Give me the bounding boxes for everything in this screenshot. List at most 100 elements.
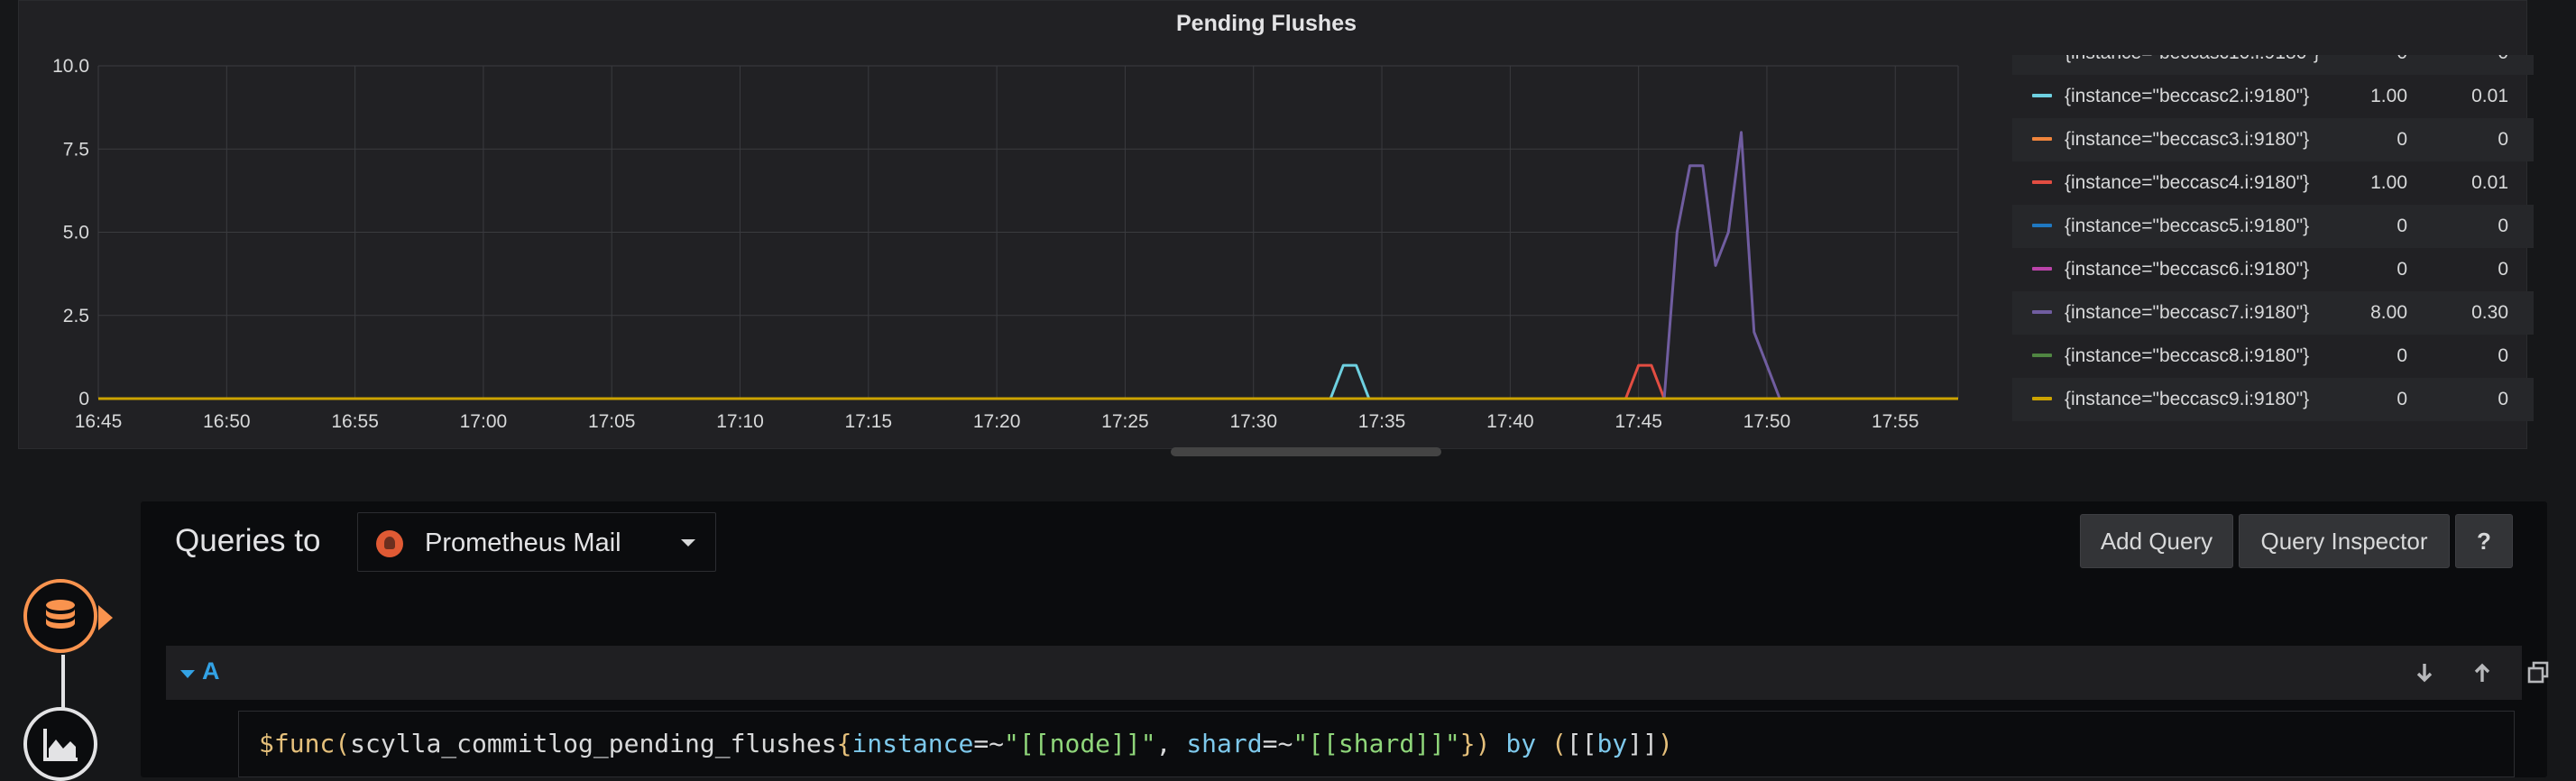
legend-label[interactable]: {instance="beccasc4.i:9180"} [2065,172,2309,194]
query-token: ]] [1627,729,1658,758]
legend-swatch[interactable] [2032,267,2052,271]
series-line[interactable] [1624,363,1666,400]
help-button[interactable]: ? [2455,514,2513,568]
query-expression-field[interactable]: $func(scylla_commitlog_pending_flushes{i… [238,711,2515,777]
query-token: =~ [1262,729,1293,758]
y-tick-label: 0 [78,389,89,409]
legend-label[interactable]: {instance="beccasc9.i:9180"} [2065,389,2309,410]
x-tick-label: 16:45 [75,411,123,432]
datasource-name: Prometheus Mail [425,528,621,557]
legend-swatch[interactable] [2032,224,2052,227]
y-tick-label: 7.5 [63,139,89,160]
query-token: =~ [973,729,1005,758]
query-token: ) [1657,729,1673,758]
area-chart-icon [43,729,78,761]
query-row-header[interactable]: A [166,646,2549,700]
legend-label[interactable]: {instance="beccasc2.i:9180"} [2065,86,2309,107]
y-tick-label: 10.0 [52,56,89,77]
legend-value-avg: 0.01 [2471,172,2508,193]
query-token: } [1459,729,1476,758]
query-token: ) [1475,729,1491,758]
query-token: "[[node]]" [1004,729,1156,758]
query-token: { [836,729,852,758]
arrow-down-icon[interactable] [2412,660,2437,685]
chevron-down-icon [681,539,695,547]
database-icon [46,600,75,629]
legend-value-max: 0 [2397,55,2407,64]
panel-title[interactable]: Pending Flushes [0,11,2533,37]
queries-step-button[interactable] [23,579,113,653]
legend-item[interactable]: {instance="beccasc2.i:9180"} 1.00 0.01 [2012,75,2534,118]
x-tick-label: 17:50 [1743,411,1791,432]
query-token: $func [259,729,336,758]
legend-value-max: 1.00 [2370,172,2407,193]
series-line[interactable] [1329,363,1371,400]
legend-label[interactable]: {instance="beccasc10.i:9180"} [2065,55,2320,64]
queries-to-label: Queries to [175,523,321,558]
legend-swatch[interactable] [2032,397,2052,400]
y-tick-label: 5.0 [63,223,89,243]
x-tick-label: 16:50 [203,411,251,432]
query-token: by [1596,729,1628,758]
query-token: by [1490,729,1551,758]
legend-swatch[interactable] [2032,310,2052,314]
legend-item[interactable]: {instance="beccasc5.i:9180"} 0 0 [2012,205,2534,248]
legend-item[interactable]: {instance="beccasc6.i:9180"} 0 0 [2012,248,2534,291]
query-token: "[[shard]]" [1293,729,1460,758]
query-inspector-button[interactable]: Query Inspector [2239,514,2450,568]
legend-item[interactable]: {instance="beccasc4.i:9180"} 1.00 0.01 [2012,161,2534,205]
legend-item[interactable]: {instance="beccasc10.i:9180"} 0 0 [2012,55,2534,75]
x-tick-label: 17:25 [1101,411,1149,432]
legend-item[interactable]: {instance="beccasc7.i:9180"} 8.00 0.30 [2012,291,2534,335]
copy-icon[interactable] [2525,660,2551,685]
legend-value-avg: 0 [2498,345,2508,366]
step-connector [61,655,65,709]
datasource-picker[interactable]: Prometheus Mail [357,512,716,572]
legend-swatch[interactable] [2032,180,2052,184]
legend-label[interactable]: {instance="beccasc8.i:9180"} [2065,345,2309,367]
visualization-step-button[interactable] [23,707,97,781]
legend-label[interactable]: {instance="beccasc5.i:9180"} [2065,216,2309,237]
arrow-up-icon[interactable] [2470,660,2495,685]
legend-swatch[interactable] [2032,94,2052,97]
x-tick-label: 17:05 [588,411,636,432]
legend-label[interactable]: {instance="beccasc3.i:9180"} [2065,129,2309,151]
query-expression[interactable]: $func(scylla_commitlog_pending_flushes{i… [259,729,1673,758]
legend-label[interactable]: {instance="beccasc7.i:9180"} [2065,302,2309,324]
series-line[interactable] [1651,131,1781,400]
legend-item[interactable]: {instance="beccasc3.i:9180"} 0 0 [2012,118,2534,161]
x-tick-label: 17:15 [845,411,893,432]
y-tick-label: 2.5 [63,306,89,326]
x-tick-label: 17:20 [973,411,1021,432]
panel-resize-scrollbar[interactable] [1171,447,1441,456]
legend-item[interactable]: {instance="beccasc8.i:9180"} 0 0 [2012,335,2534,378]
query-token: , [1155,729,1187,758]
legend-value-max: 0 [2397,389,2407,409]
chart[interactable]: 0 2.5 5.0 7.5 10.0 16:45 16:50 16:55 17:00 17:05 1… [19,1,1985,450]
query-token: ( [1550,729,1567,758]
prometheus-icon [376,530,403,557]
query-ref-id[interactable]: A [202,657,220,685]
query-token: ( [335,729,351,758]
legend-value-max: 1.00 [2370,86,2407,106]
query-token: [[ [1566,729,1597,758]
query-token: scylla_commitlog_pending_flushes [350,729,837,758]
legend-value-avg: 0 [2498,129,2508,150]
legend-label[interactable]: {instance="beccasc6.i:9180"} [2065,259,2309,280]
legend-value-avg: 0.30 [2471,302,2508,323]
legend-value-max: 0 [2397,216,2407,236]
legend-value-max: 0 [2397,129,2407,150]
x-tick-label: 17:45 [1615,411,1662,432]
graph-panel: 0 2.5 5.0 7.5 10.0 16:45 16:50 16:55 17:00 17:05 1… [18,0,2534,456]
legend-value-avg: 0.01 [2471,86,2508,106]
x-tick-label: 17:55 [1872,411,1919,432]
add-query-button[interactable]: Add Query [2080,514,2233,568]
legend-swatch[interactable] [2032,354,2052,357]
legend-swatch[interactable] [2032,137,2052,141]
legend-value-avg: 0 [2498,259,2508,280]
collapse-caret-icon[interactable] [180,670,195,678]
legend-value-max: 0 [2397,345,2407,366]
x-tick-label: 17:35 [1358,411,1406,432]
legend-item[interactable]: {instance="beccasc9.i:9180"} 0 0 [2012,378,2534,421]
x-tick-label: 17:40 [1486,411,1534,432]
